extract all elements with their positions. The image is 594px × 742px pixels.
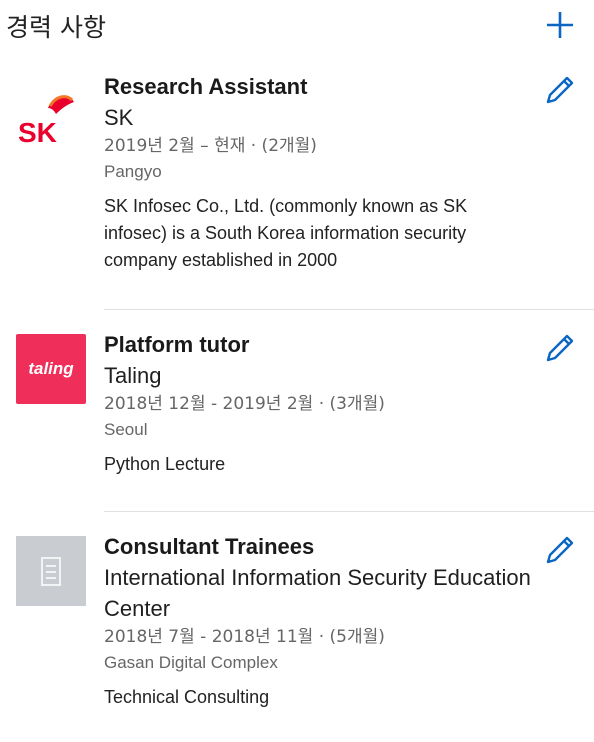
divider <box>104 511 594 512</box>
pencil-icon <box>546 536 574 564</box>
job-description: Python Lecture <box>104 454 226 474</box>
employment-dates: 2018년 7월 - 2018년 11월 · (5개월) <box>104 627 385 647</box>
job-location: Gasan Digital Complex <box>104 653 278 672</box>
experience-section-header: 경력 사항 <box>0 0 594 60</box>
experience-item-platform-tutor[interactable]: taling Platform tutor Taling 2018년 12월 -… <box>0 328 594 508</box>
edit-experience-button[interactable] <box>540 70 580 110</box>
company-name: Taling <box>104 363 162 388</box>
company-name: SK <box>104 105 134 130</box>
job-description: SK Infosec Co., Ltd. (commonly known as … <box>104 196 468 270</box>
section-title: 경력 사항 <box>6 13 106 42</box>
job-title[interactable]: Platform tutor <box>104 330 534 360</box>
edit-experience-button[interactable] <box>540 530 580 570</box>
taling-logo: taling <box>16 334 86 404</box>
plus-icon <box>547 12 573 38</box>
pencil-icon <box>546 76 574 104</box>
job-title[interactable]: Consultant Trainees <box>104 532 534 562</box>
divider <box>104 309 594 310</box>
sk-logo: SK <box>16 80 86 150</box>
employment-dates: 2018년 12월 - 2019년 2월 · (3개월) <box>104 394 385 414</box>
job-location: Pangyo <box>104 162 162 181</box>
job-location: Seoul <box>104 420 148 439</box>
building-icon <box>16 536 86 606</box>
edit-experience-button[interactable] <box>540 328 580 368</box>
experience-item-consultant-trainees[interactable]: Consultant Trainees International Inform… <box>0 530 594 742</box>
pencil-icon <box>546 334 574 362</box>
employment-dates: 2019년 2월 – 현재 · (2개월) <box>104 136 317 156</box>
company-name: International Information Security Educa… <box>104 565 531 621</box>
experience-item-research-assistant[interactable]: SK Research Assistant SK 2019년 2월 – 현재 ·… <box>0 70 594 308</box>
svg-text:SK: SK <box>18 117 57 148</box>
job-description: Technical Consulting <box>104 687 270 707</box>
job-title[interactable]: Research Assistant <box>104 72 534 102</box>
add-experience-button[interactable] <box>540 4 580 44</box>
